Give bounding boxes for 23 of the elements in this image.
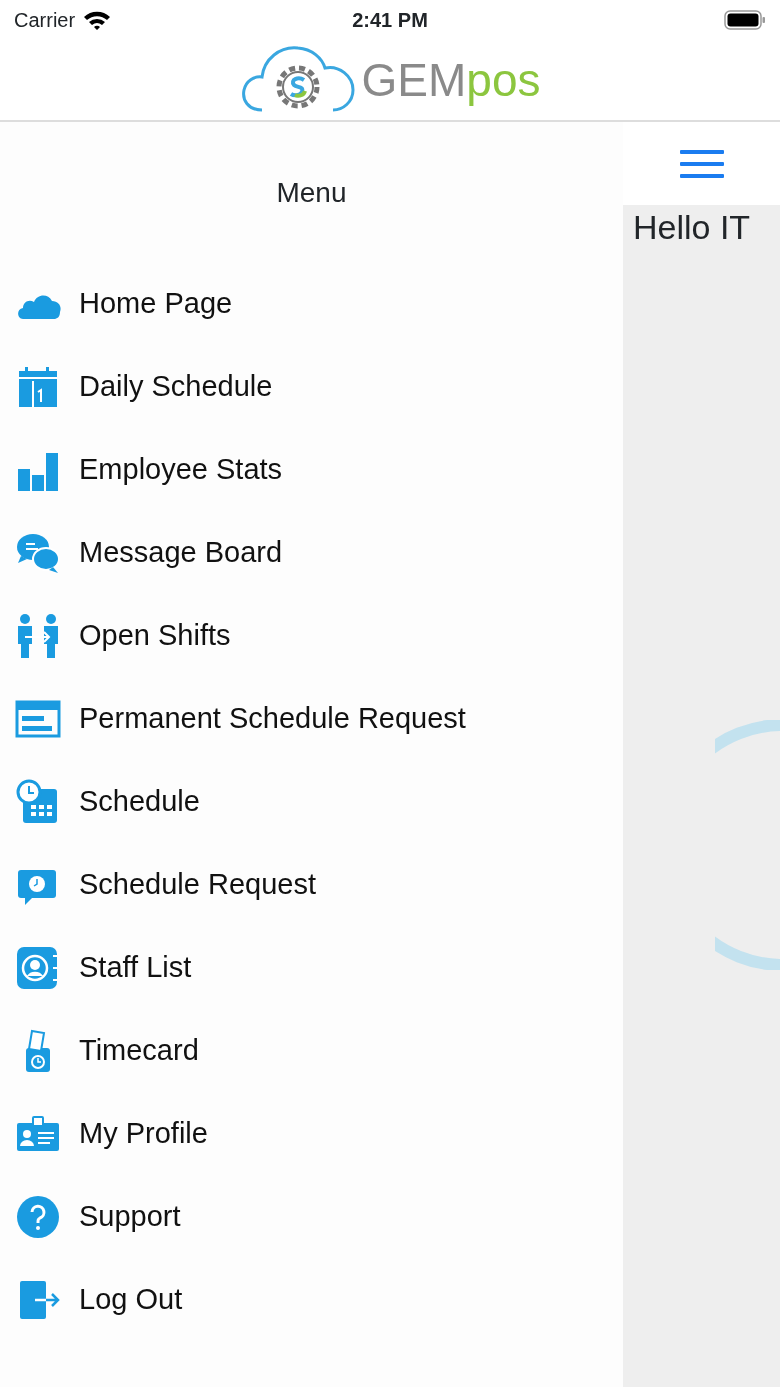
clock-time: 2:41 PM [352,9,428,31]
carrier-name: Carrier [14,8,76,33]
menu-item[interactable]: Message Board [0,511,623,594]
people-icon [15,612,61,659]
menu-item[interactable]: Open Shifts [0,594,623,677]
battery-icon [724,10,766,30]
menu-icon[interactable] [679,147,724,180]
menu-item[interactable]: Home Page [0,262,623,345]
menu-item[interactable]: Employee Stats [0,428,623,511]
greeting-text: Hello IT [632,208,751,246]
menu-item[interactable]: Permanent Schedule Request [0,677,623,760]
menu-item[interactable]: Timecard [0,1009,623,1092]
menu-title: Menu [276,177,347,208]
wifi-icon [83,10,112,30]
menu-item[interactable]: Schedule [0,760,623,843]
logo-text: GEM [361,57,467,103]
menu-item[interactable]: Schedule Request [0,843,623,926]
help-icon [15,1193,61,1240]
menu-item[interactable]: Daily Schedule [0,345,623,428]
menu-item[interactable]: Support [0,1175,623,1258]
menu-item[interactable]: My Profile [0,1092,623,1175]
menu-item[interactable]: Log Out [0,1258,623,1341]
menu-item[interactable]: Staff List [0,926,623,1009]
